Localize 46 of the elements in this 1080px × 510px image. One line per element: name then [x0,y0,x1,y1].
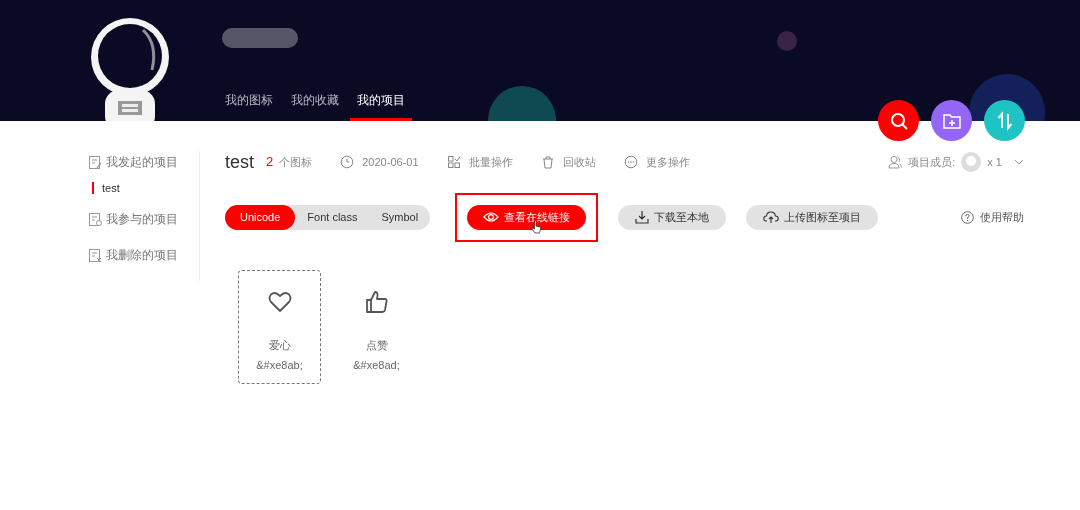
document-icon [88,154,102,170]
sidebar-item[interactable]: 我参与的项目 [106,210,178,228]
heart-icon [266,289,293,315]
sidebar-item[interactable]: 我删除的项目 [106,246,178,264]
more-icon [623,155,638,169]
members-label: 项目成员: [908,154,956,170]
help-link[interactable]: 使用帮助 [980,208,1024,226]
nav-tab[interactable]: 我的项目 [350,81,412,121]
icon-card[interactable]: 点赞 &#xe8ad; [335,270,418,384]
member-count: x 1 [987,154,1002,170]
icon-name: 爱心 [268,338,291,353]
document-icon [88,211,102,227]
sidebar-subitem[interactable]: test [92,182,120,194]
icon-code: &#xe8ab; [256,357,303,373]
document-icon [88,247,102,263]
clock-icon [340,155,355,169]
search-icon [888,110,909,131]
date-text: 2020-06-01 [362,154,419,170]
members-icon [888,155,903,169]
action-link[interactable]: 回收站 [562,153,596,171]
mode-tab[interactable]: Unicode [225,204,296,230]
thumbs-up-icon [363,289,390,315]
download-icon [635,210,650,224]
eye-icon [483,210,500,224]
chevron-down-icon [1014,159,1024,165]
project-title: test [225,150,254,174]
grid-icon [446,155,461,169]
icon-card[interactable]: 爱心 &#xe8ab; [238,270,321,384]
avatar-icon [961,152,982,172]
icon-name: 点赞 [365,338,388,353]
mode-tab[interactable]: Font class [295,204,370,230]
nav-tab[interactable]: 我的图标 [218,81,280,121]
icon-count-label: 个图标 [279,154,313,170]
trash-icon [540,155,555,169]
nav-tab[interactable]: 我的收藏 [284,81,346,121]
icon-count: 2 [266,153,274,172]
help-icon [961,210,974,224]
action-button[interactable]: 下载至本地 [618,204,727,230]
mode-tab[interactable]: Symbol [369,204,431,230]
sidebar-item[interactable]: 我发起的项目 [106,153,178,171]
icon-code: &#xe8ad; [353,357,400,373]
action-link[interactable]: 批量操作 [468,153,513,171]
action-button[interactable]: 查看在线链接 [467,204,587,230]
cloud-upload-icon [763,210,780,224]
action-link[interactable]: 更多操作 [645,153,690,171]
action-button[interactable]: 上传图标至项目 [746,204,879,230]
